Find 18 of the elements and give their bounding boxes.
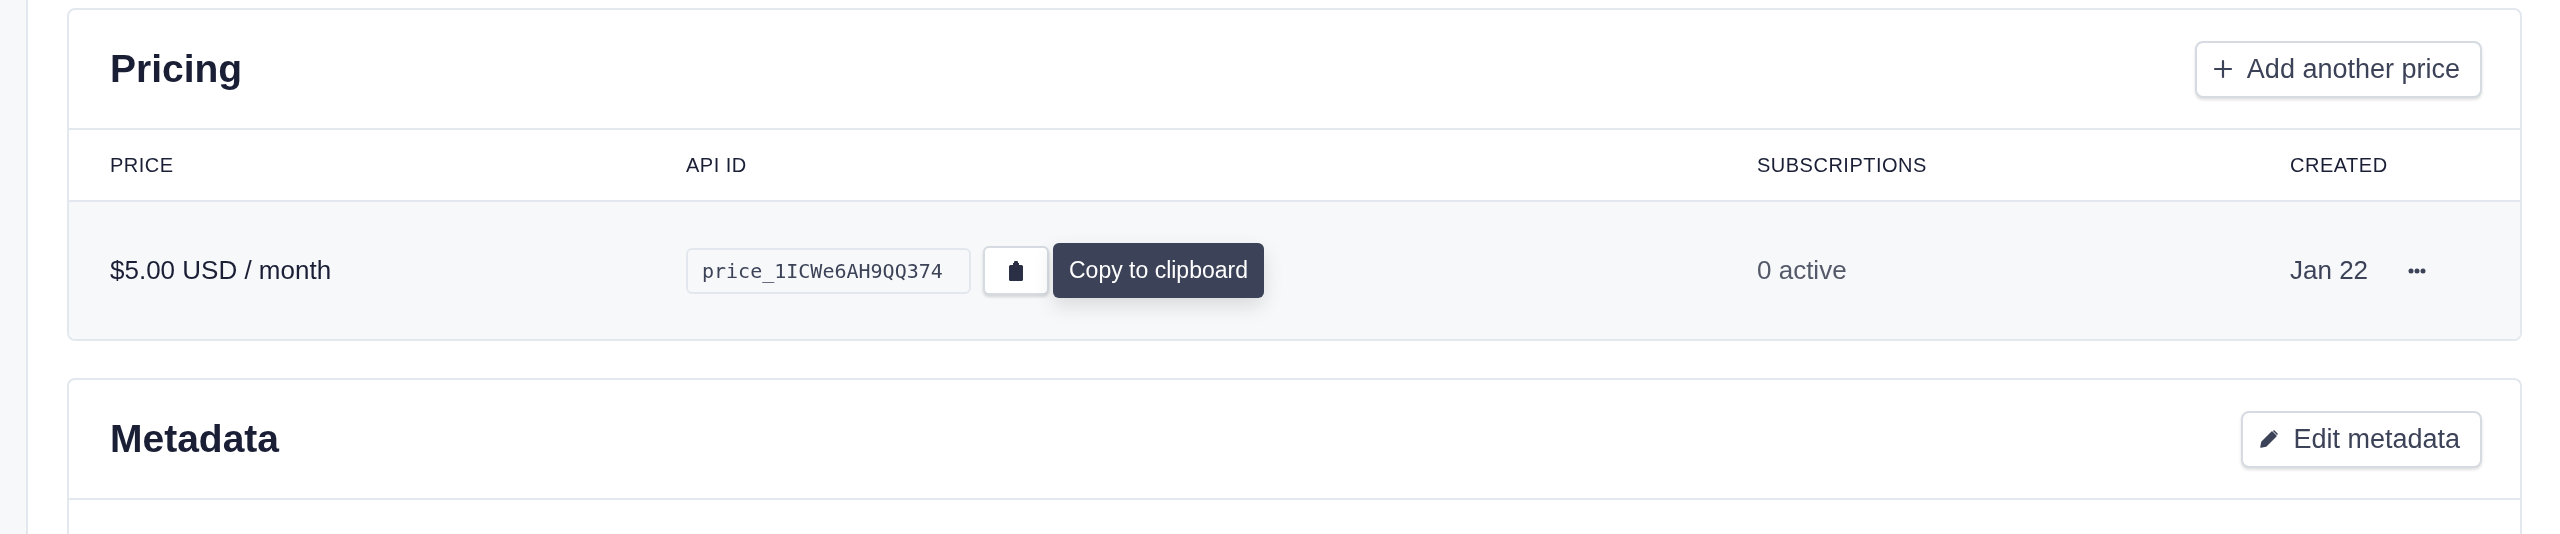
add-price-button[interactable]: Add another price xyxy=(2194,40,2482,98)
column-header: API ID xyxy=(686,153,748,177)
date-cell: Jan 22 xyxy=(2290,255,2369,286)
pencil-icon xyxy=(2259,429,2280,449)
tooltip: Copy to clipboard xyxy=(1053,243,1264,298)
section-title: Metadata xyxy=(110,417,280,461)
clipboard-icon xyxy=(1008,260,1024,281)
column-header: PRICE xyxy=(110,153,175,177)
ellipsis-icon xyxy=(2408,267,2427,274)
section-title: Pricing xyxy=(110,47,243,91)
edit-metadata-button[interactable]: Edit metadata xyxy=(2241,410,2482,468)
api-id-field[interactable]: price_1ICWe6AH9QQ374 xyxy=(686,247,971,294)
column-header: SUBSCRIPTIONS xyxy=(1757,153,1928,177)
price-cell-text: $5.00 USD / month xyxy=(110,255,333,286)
subscriptions-cell-text: 0 active xyxy=(1757,255,1848,286)
plus-icon xyxy=(2212,59,2233,79)
copy-button[interactable] xyxy=(983,246,1049,295)
column-header: CREATED xyxy=(2290,153,2389,177)
